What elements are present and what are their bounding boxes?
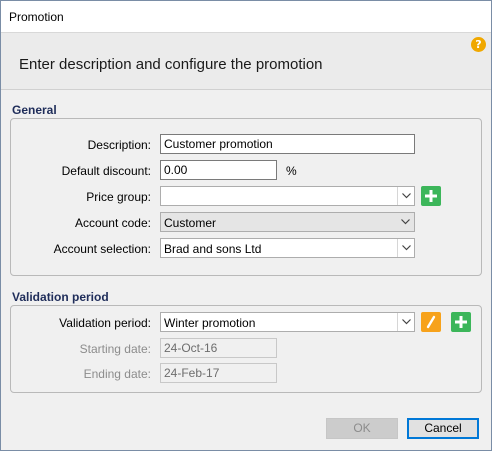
promotion-dialog: Promotion ? Enter description and config… (0, 0, 492, 451)
starting-date-label: Starting date: (79, 342, 151, 356)
cancel-button[interactable]: Cancel (407, 418, 479, 439)
validation-section-title: Validation period (12, 290, 109, 304)
account-selection-value: Brad and sons Ltd (164, 242, 262, 256)
validation-period-select[interactable]: Winter promotion (160, 312, 415, 332)
ending-date-label: Ending date: (83, 367, 151, 381)
header-text: Enter description and configure the prom… (19, 56, 323, 73)
account-code-value: Customer (164, 216, 217, 230)
plus-icon (425, 190, 437, 202)
validation-period-label: Validation period: (59, 316, 151, 330)
account-selection-label: Account selection: (53, 242, 151, 256)
percent-unit: % (286, 164, 297, 178)
ending-date-field: 24-Feb-17 (160, 363, 277, 383)
edit-validation-period-button[interactable] (421, 312, 441, 332)
help-icon[interactable]: ? (471, 37, 486, 52)
starting-date-field: 24-Oct-16 (160, 338, 277, 358)
plus-icon (455, 316, 467, 328)
title-bar: Promotion (1, 1, 491, 32)
account-code-select[interactable]: Customer (160, 212, 415, 232)
account-code-label: Account code: (74, 216, 151, 230)
validation-group: Validation period: Winter promotion Star… (10, 305, 482, 393)
description-field[interactable]: Customer promotion (160, 134, 415, 154)
default-discount-label: Default discount: (61, 164, 151, 178)
add-validation-period-button[interactable] (451, 312, 471, 332)
dialog-footer: OK Cancel (1, 406, 491, 450)
window-title: Promotion (9, 10, 64, 24)
pencil-icon (426, 315, 436, 329)
chevron-down-icon[interactable] (397, 313, 414, 331)
general-section-title: General (12, 103, 57, 117)
default-discount-field[interactable]: 0.00 (160, 160, 277, 180)
chevron-down-icon[interactable] (397, 187, 414, 205)
chevron-down-icon[interactable] (397, 213, 414, 231)
chevron-down-icon[interactable] (397, 239, 414, 257)
account-selection-select[interactable]: Brad and sons Ltd (160, 238, 415, 258)
price-group-select[interactable] (160, 186, 415, 206)
general-group: Description: Customer promotion Default … (10, 118, 482, 276)
price-group-label: Price group: (86, 190, 151, 204)
add-price-group-button[interactable] (421, 186, 441, 206)
description-label: Description: (87, 138, 151, 152)
ok-button[interactable]: OK (326, 418, 398, 439)
validation-period-value: Winter promotion (164, 316, 256, 330)
dialog-header: ? Enter description and configure the pr… (1, 32, 491, 90)
